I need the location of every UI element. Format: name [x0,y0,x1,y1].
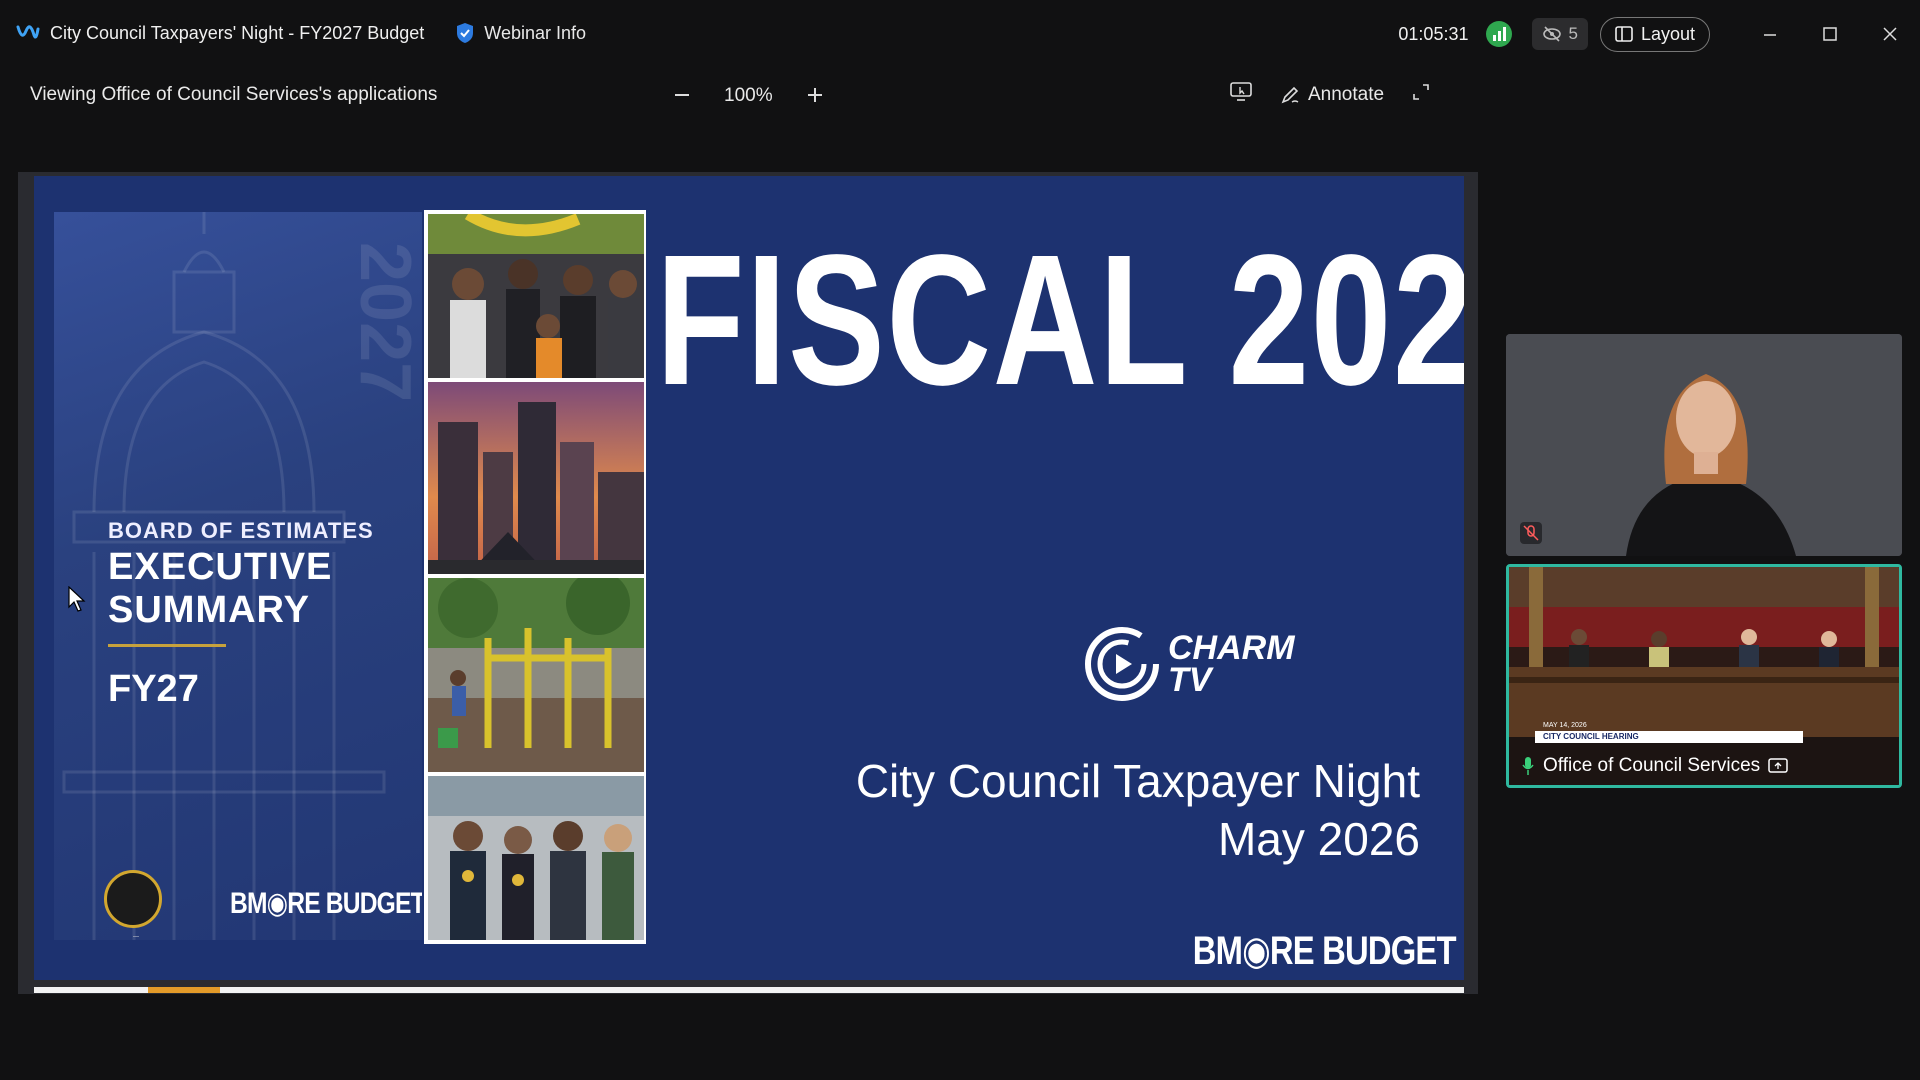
title-bar-left: City Council Taxpayers' Night - FY2027 B… [16,22,586,44]
layout-button[interactable]: Layout [1599,16,1710,52]
participant-video-feed [1506,334,1902,556]
charm-tv-line1: CHARM [1168,629,1295,667]
broadcast-date: MAY 14, 2026 [1543,722,1587,729]
annotate-label: Annotate [1308,84,1385,105]
muted-mic-icon [1520,522,1542,544]
seal-caption: — [133,934,139,940]
photo-column [424,210,646,944]
microphone-icon [1522,757,1534,775]
cover-title-line1: EXECUTIVE [108,546,333,588]
zoom-in-button[interactable] [803,80,827,111]
zoom-out-button[interactable] [670,80,694,111]
hidden-participants-button[interactable]: 5 [1532,18,1588,50]
hidden-participants-count: 5 [1568,24,1578,43]
playground-photo [428,578,644,772]
meeting-timer: 01:05:31 [1398,23,1469,44]
layout-label: Layout [1640,23,1695,44]
council-chamber-video-feed [1509,567,1899,785]
slide-brand-logo: BM◉RE BUDGET [1193,929,1457,973]
participant-name-bar: Office of Council Services [1521,755,1788,777]
cover-title-line2: SUMMARY [108,589,310,631]
close-button[interactable] [1860,14,1920,54]
eye-off-icon [1543,26,1562,42]
cover-brand-logo: BM◉RE BUDGET [230,887,422,920]
minimize-icon [1764,34,1776,36]
presentation-slide: 2027 BOARD OF ESTIMATES EXECUTIVE SUMMAR… [34,176,1464,980]
fullscreen-button[interactable] [1412,83,1430,107]
charm-tv-line2: TV [1168,661,1212,699]
active-speaker-video-tile[interactable]: MAY 14, 2026 CITY COUNCIL HEARING Office… [1506,564,1902,788]
plus-icon [807,88,822,102]
community-photo [428,214,644,378]
webinar-info-label: Webinar Info [484,22,587,43]
maximize-icon [1823,27,1837,41]
charm-tv-logo-icon [1085,627,1159,701]
broadcast-lower-third: CITY COUNCIL HEARING [1535,731,1803,743]
meeting-title: City Council Taxpayers' Night - FY2027 B… [50,22,425,43]
presentation-progress-bar[interactable] [34,987,1464,993]
participant-name: Office of Council Services [1543,755,1761,776]
participant-video-tile[interactable] [1506,334,1902,556]
webex-app-icon [16,23,40,43]
charm-tv-watermark: CHARM TV [1082,624,1295,704]
cover-divider [108,644,226,647]
cover-year-watermark: 2027 [345,242,422,403]
title-bar-right: 01:05:31 5 Layout [1398,14,1920,54]
share-toolbar: Viewing Office of Council Services's app… [0,72,1480,124]
cover-subtitle: BOARD OF ESTIMATES [108,518,374,543]
webinar-info-button[interactable]: Webinar Info [456,22,586,44]
city-seal-logo [104,870,162,928]
zoom-controls: 100% [670,80,827,111]
shield-icon [456,22,474,44]
mouse-cursor-icon [68,586,86,612]
executive-summary-cover: 2027 BOARD OF ESTIMATES EXECUTIVE SUMMAR… [54,212,422,940]
minimize-button[interactable] [1740,14,1800,54]
minus-icon [675,94,689,96]
expand-icon [1413,84,1429,100]
layout-icon [1615,26,1633,42]
pen-icon [1281,86,1299,104]
charm-tv-wordmark: CHARM TV [1168,629,1295,699]
cover-title: EXECUTIVE SUMMARY [108,546,332,632]
presentation-progress-marker [148,987,220,993]
cover-fiscal-year: FY27 [108,668,199,710]
remote-control-button[interactable] [1230,82,1252,108]
graduates-photo [428,776,644,940]
network-health-icon[interactable] [1486,21,1513,47]
share-tools: Annotate [1230,82,1430,108]
annotate-button[interactable]: Annotate [1280,84,1384,106]
slide-subtitle: City Council Taxpayer Night [855,755,1420,807]
maximize-button[interactable] [1800,14,1860,54]
slide-main-title: FISCAL 2027 [656,217,1464,424]
sharing-screen-icon [1768,758,1788,773]
remote-control-icon [1230,82,1252,101]
close-icon [1883,27,1897,41]
city-skyline-photo [428,382,644,574]
viewing-label: Viewing Office of Council Services's app… [30,84,438,105]
zoom-level[interactable]: 100% [724,85,773,107]
slide-date: May 2026 [1217,813,1420,865]
title-bar: City Council Taxpayers' Night - FY2027 B… [0,0,1920,70]
